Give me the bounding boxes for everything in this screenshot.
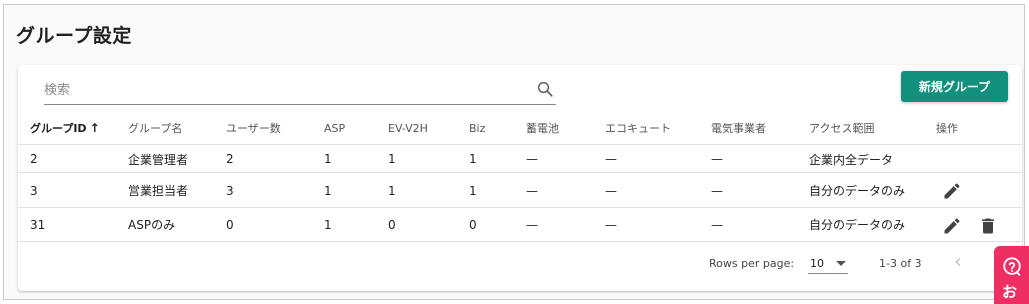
rows-per-page-label: Rows per page:: [709, 257, 795, 270]
cell-user-count: 3: [226, 183, 234, 198]
cell-group-name: 営業担当者: [128, 184, 189, 198]
cell-battery: —: [526, 183, 538, 198]
column-header-group-name[interactable]: グループ名: [128, 112, 182, 144]
column-header-utility[interactable]: 電気事業者: [711, 112, 766, 144]
cell-ecocute: —: [605, 217, 617, 232]
cell-biz: 0: [469, 217, 477, 232]
cell-battery: —: [526, 152, 538, 166]
help-widget[interactable]: お: [994, 246, 1029, 304]
cell-ecocute: —: [605, 152, 617, 166]
column-header-battery[interactable]: 蓄電池: [526, 112, 559, 144]
column-header-access-scope[interactable]: アクセス範囲: [809, 112, 874, 144]
column-header-actions: 操作: [936, 122, 958, 135]
cell-group-id: 2: [30, 152, 38, 166]
rows-per-page-value: 10: [810, 257, 824, 270]
cell-ev-v2h: 0: [388, 217, 396, 232]
edit-icon[interactable]: [942, 216, 962, 236]
search-field[interactable]: [44, 73, 556, 105]
app-frame: グループ設定 新規グループ グループID ↑ グループ名 ユーザー数 ASP E…: [3, 4, 1025, 300]
cell-group-name: 企業管理者: [128, 152, 189, 167]
new-group-button[interactable]: 新規グループ: [901, 71, 1008, 102]
page-range-text: 1-3 of 3: [879, 257, 922, 270]
cell-access-scope: 企業内全データ: [809, 152, 894, 167]
table-header: グループID ↑ グループ名 ユーザー数 ASP EV-V2H Biz 蓄電池 …: [18, 112, 1022, 144]
edit-icon[interactable]: [942, 181, 962, 201]
cell-utility: —: [711, 152, 723, 166]
column-header-asp[interactable]: ASP: [324, 112, 345, 144]
cell-ev-v2h: 1: [388, 152, 396, 166]
column-header-user-count[interactable]: ユーザー数: [226, 112, 281, 144]
cell-asp: 1: [324, 217, 332, 232]
cell-ecocute: —: [605, 183, 617, 198]
cell-access-scope: 自分のデータのみ: [809, 218, 906, 232]
cell-biz: 1: [469, 183, 477, 198]
delete-icon[interactable]: [978, 216, 998, 236]
table-row: 31 ASPのみ 0 1 0 0 — — — 自分のデータのみ: [18, 207, 1022, 242]
cell-user-count: 2: [226, 152, 234, 166]
cell-biz: 1: [469, 152, 477, 166]
cell-ev-v2h: 1: [388, 183, 396, 198]
search-input[interactable]: [44, 79, 514, 101]
page-title: グループ設定: [16, 25, 132, 47]
cell-group-name: ASPのみ: [128, 218, 176, 232]
column-header-group-id[interactable]: グループID ↑: [30, 112, 100, 144]
cell-utility: —: [711, 183, 723, 198]
cell-group-id: 31: [30, 217, 46, 232]
cell-access-scope: 自分のデータのみ: [809, 184, 906, 198]
group-table-card: 新規グループ グループID ↑ グループ名 ユーザー数 ASP EV-V2H B…: [18, 65, 1022, 291]
help-question-icon: [1003, 257, 1021, 276]
table-row: 3 営業担当者 3 1 1 1 — — — 自分のデータのみ: [18, 172, 1022, 208]
search-icon[interactable]: [536, 80, 554, 98]
cell-asp: 1: [324, 183, 332, 198]
rows-per-page-select[interactable]: 10: [808, 252, 848, 274]
column-header-label: グループID: [30, 122, 87, 135]
chevron-left-icon[interactable]: [950, 253, 966, 271]
pagination: Rows per page: 10 1-3 of 3: [18, 245, 1022, 285]
caret-down-icon: [836, 261, 846, 266]
cell-group-id: 3: [30, 183, 38, 198]
cell-utility: —: [711, 217, 723, 232]
help-widget-label: お: [1002, 283, 1018, 301]
column-header-ecocute[interactable]: エコキュート: [605, 112, 671, 144]
cell-battery: —: [526, 217, 538, 232]
cell-asp: 1: [324, 152, 332, 166]
column-header-biz[interactable]: Biz: [469, 112, 485, 144]
sort-arrow-up-icon[interactable]: ↑: [90, 121, 100, 135]
column-header-ev-v2h[interactable]: EV-V2H: [388, 112, 428, 144]
cell-user-count: 0: [226, 217, 234, 232]
